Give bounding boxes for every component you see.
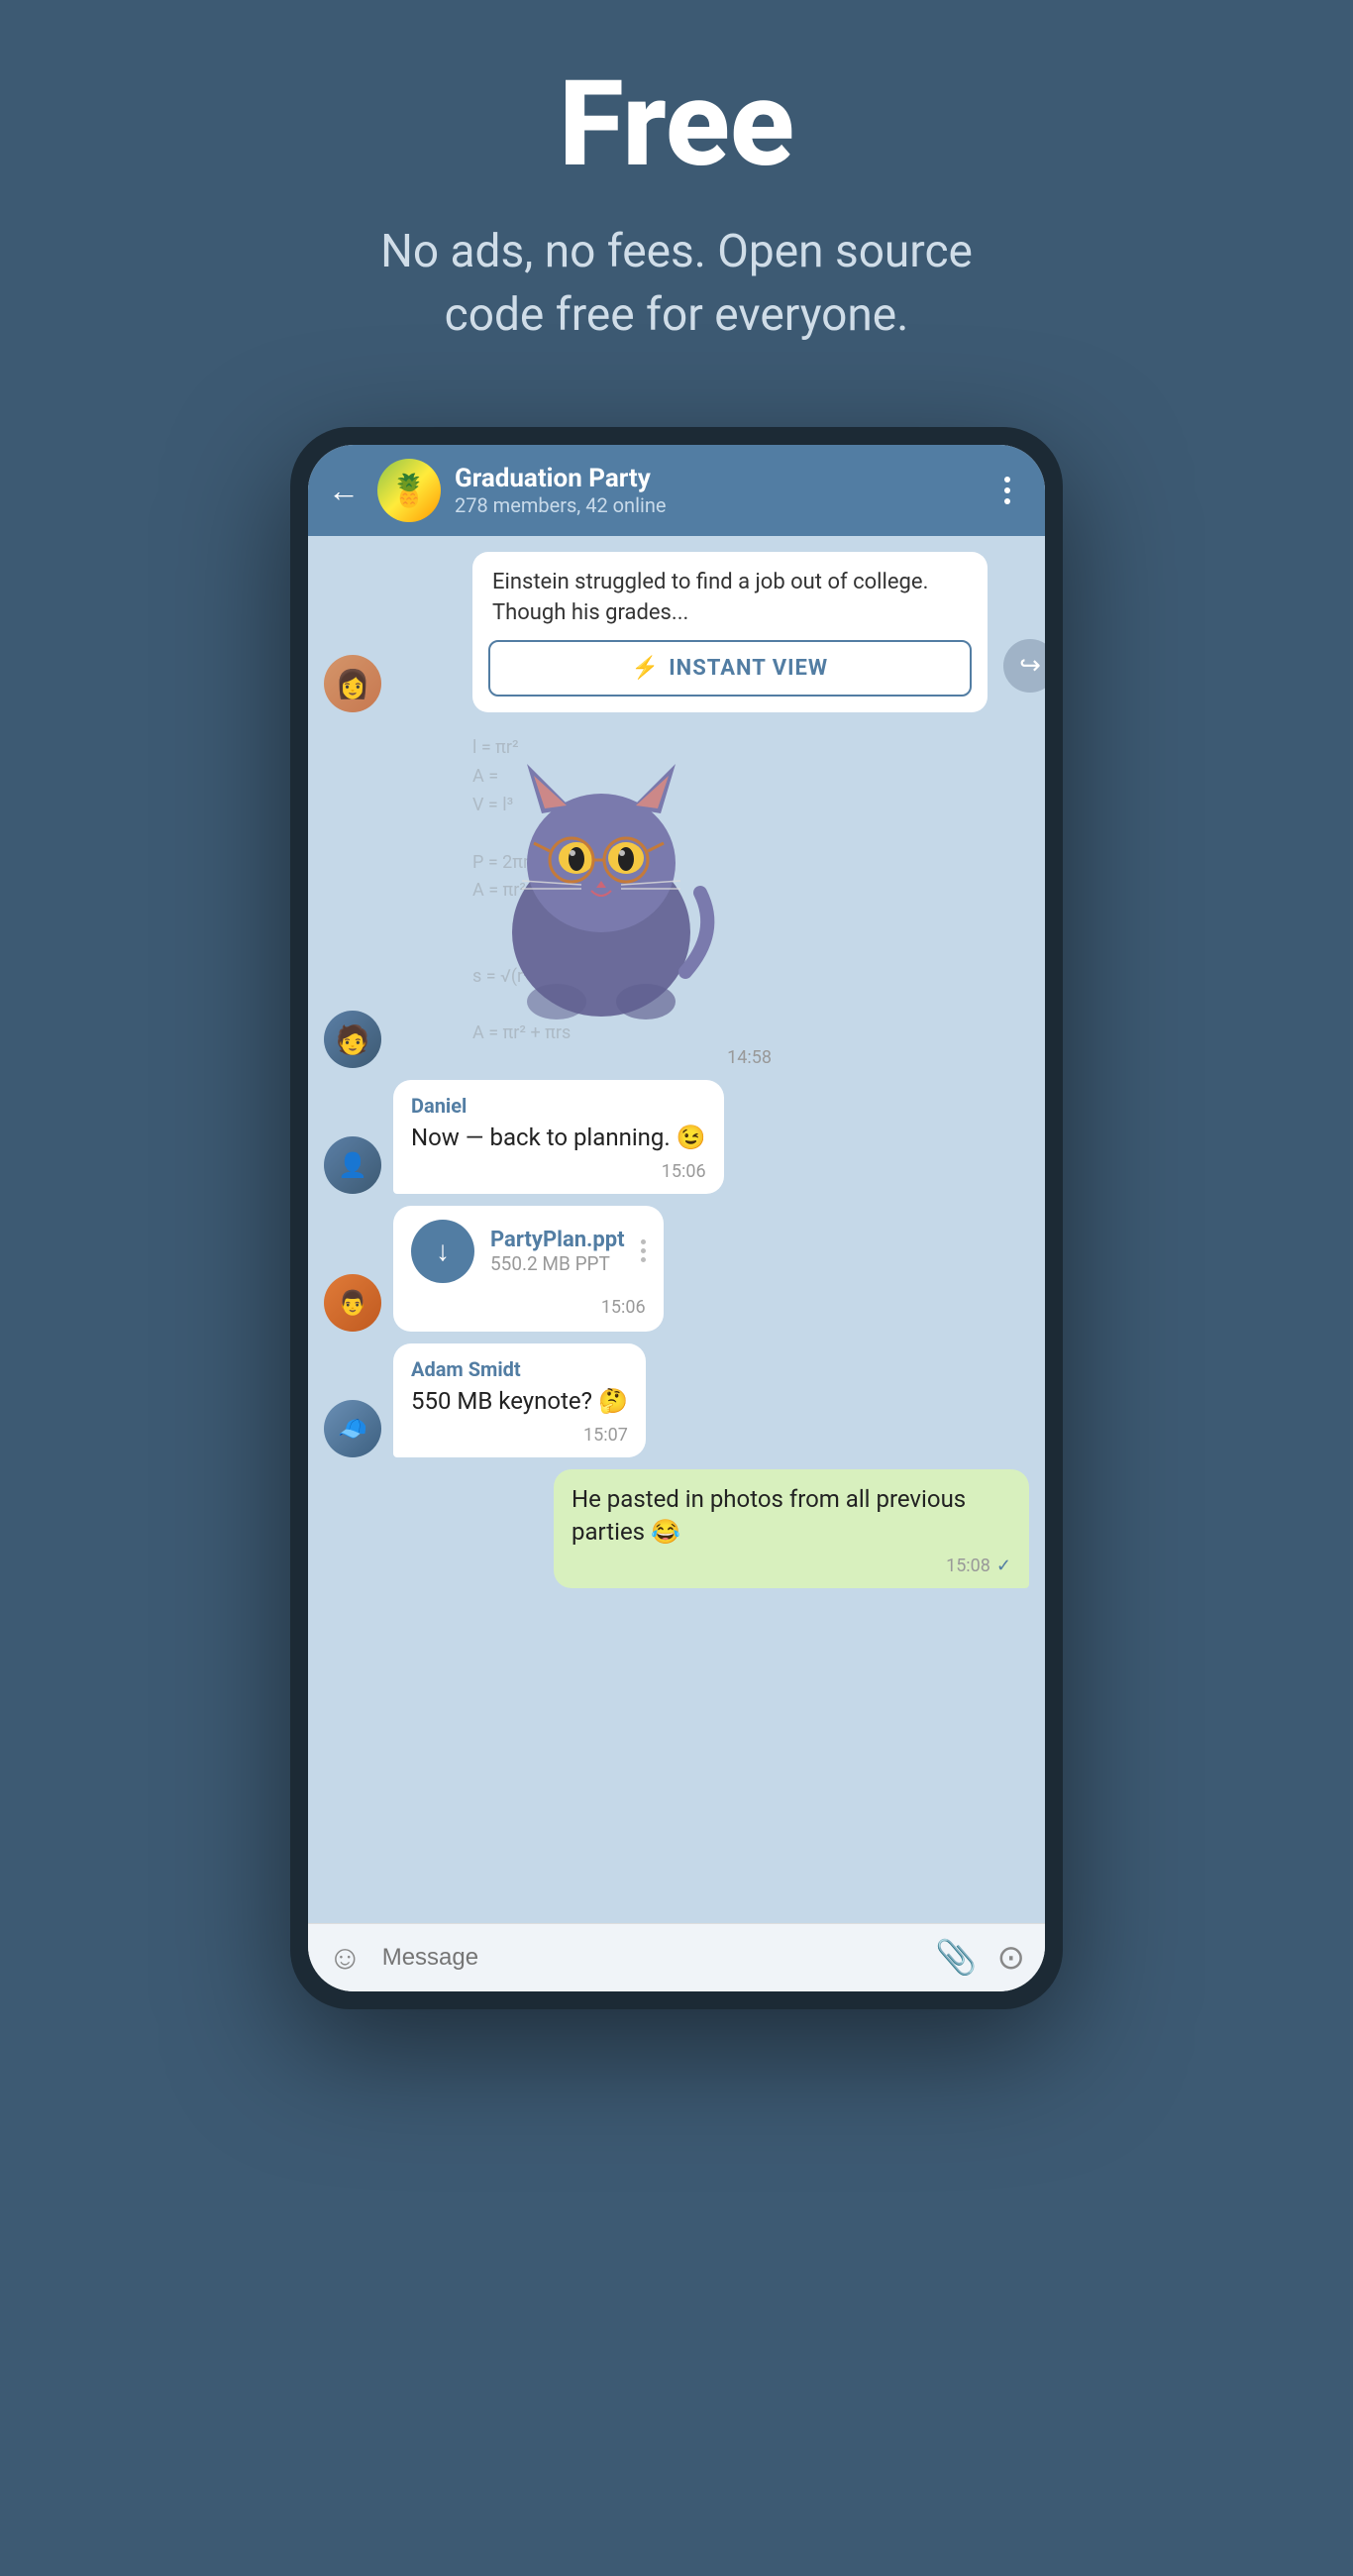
adam-sender: Adam Smidt <box>411 1357 628 1381</box>
file-name: PartyPlan.ppt <box>490 1228 625 1252</box>
adam-bubble: Adam Smidt 550 MB keynote? 🤔 15:07 <box>393 1343 646 1457</box>
self-text: He pasted in photos from all previous pa… <box>572 1483 1011 1550</box>
camera-button[interactable]: ⊙ <box>997 1938 1026 1978</box>
file-dot-3 <box>641 1257 646 1262</box>
daniel-sender: Daniel <box>411 1094 706 1118</box>
file-size: 550.2 MB PPT <box>490 1252 625 1275</box>
chat-bottom-bar: ☺ 📎 ⊙ <box>308 1923 1045 1991</box>
hero-title: Free <box>559 59 794 190</box>
user-avatar-boy1: 🧑 <box>324 1011 381 1068</box>
daniel-time: 15:06 <box>662 1161 706 1182</box>
self-bubble: He pasted in photos from all previous pa… <box>554 1469 1029 1588</box>
attach-button[interactable]: 📎 <box>935 1938 977 1978</box>
user-avatar-file-sender: 👨 <box>324 1274 381 1332</box>
cat-sticker-svg <box>463 734 740 1031</box>
adam-text: 550 MB keynote? 🤔 <box>411 1385 628 1419</box>
check-icon: ✓ <box>996 1556 1011 1576</box>
chat-header-info: Graduation Party 278 members, 42 online <box>455 464 976 517</box>
article-text: Einstein struggled to find a job out of … <box>472 552 988 641</box>
daniel-bubble: Daniel Now — back to planning. 😉 15:06 <box>393 1080 724 1194</box>
forward-icon: ↪ <box>1019 651 1041 681</box>
file-info: PartyPlan.ppt 550.2 MB PPT <box>490 1228 625 1275</box>
daniel-text: Now — back to planning. 😉 <box>411 1122 706 1155</box>
sticker-message: l = πr²A =V = l³P = 2πrA = πr²s = √(r²+h… <box>463 724 780 1068</box>
file-dot-2 <box>641 1248 646 1253</box>
user-avatar-adam: 🧢 <box>324 1400 381 1457</box>
back-button[interactable]: ← <box>328 472 360 509</box>
group-members: 278 members, 42 online <box>455 493 976 517</box>
file-message-row: 👨 ↓ PartyPlan.ppt 550.2 MB PPT <box>324 1206 1029 1332</box>
user-avatar-girl: 👩 <box>324 655 381 712</box>
file-download-button[interactable]: ↓ <box>411 1220 474 1283</box>
file-bubble: ↓ PartyPlan.ppt 550.2 MB PPT <box>393 1206 664 1332</box>
more-dot-3 <box>1004 498 1010 504</box>
article-message-row: 👩 Einstein struggled to find a job out o… <box>324 552 1029 713</box>
article-bubble: Einstein struggled to find a job out of … <box>472 552 988 713</box>
file-time: 15:06 <box>601 1297 646 1318</box>
emoji-button[interactable]: ☺ <box>328 1938 363 1978</box>
chat-header: ← 🍍 Graduation Party 278 members, 42 onl… <box>308 445 1045 536</box>
more-dot-2 <box>1004 487 1010 493</box>
chat-body: 👩 Einstein struggled to find a job out o… <box>308 536 1045 1923</box>
instant-view-button[interactable]: ⚡ INSTANT VIEW <box>488 640 972 697</box>
instant-view-label: INSTANT VIEW <box>669 656 828 681</box>
file-more-button[interactable] <box>641 1239 646 1262</box>
self-time: 15:08 <box>946 1556 990 1576</box>
sticker-box: l = πr²A =V = l³P = 2πrA = πr²s = √(r²+h… <box>463 724 780 1041</box>
daniel-message-row: 👤 Daniel Now — back to planning. 😉 15:06 <box>324 1080 1029 1194</box>
sticker-time: 14:58 <box>727 1047 772 1068</box>
adam-message-row: 🧢 Adam Smidt 550 MB keynote? 🤔 15:07 <box>324 1343 1029 1457</box>
more-dot-1 <box>1004 477 1010 483</box>
message-input[interactable] <box>382 1944 915 1972</box>
sticker-row: 🧑 l = πr²A =V = l³P = 2πrA = πr²s = √(r²… <box>324 724 1029 1068</box>
forward-button[interactable]: ↪ <box>1003 639 1045 693</box>
download-icon: ↓ <box>436 1234 450 1267</box>
phone-screen: ← 🍍 Graduation Party 278 members, 42 onl… <box>308 445 1045 1991</box>
hero-subtitle: No ads, no fees. Open source code free f… <box>330 220 1023 348</box>
lightning-icon: ⚡ <box>632 656 659 681</box>
group-avatar: 🍍 <box>377 459 441 522</box>
adam-time: 15:07 <box>583 1425 628 1446</box>
user-avatar-daniel: 👤 <box>324 1136 381 1194</box>
self-message-row: He pasted in photos from all previous pa… <box>324 1469 1029 1588</box>
phone-frame: ← 🍍 Graduation Party 278 members, 42 onl… <box>290 427 1063 2009</box>
file-dot-1 <box>641 1239 646 1244</box>
more-options-button[interactable] <box>989 477 1025 504</box>
group-name: Graduation Party <box>455 464 976 493</box>
